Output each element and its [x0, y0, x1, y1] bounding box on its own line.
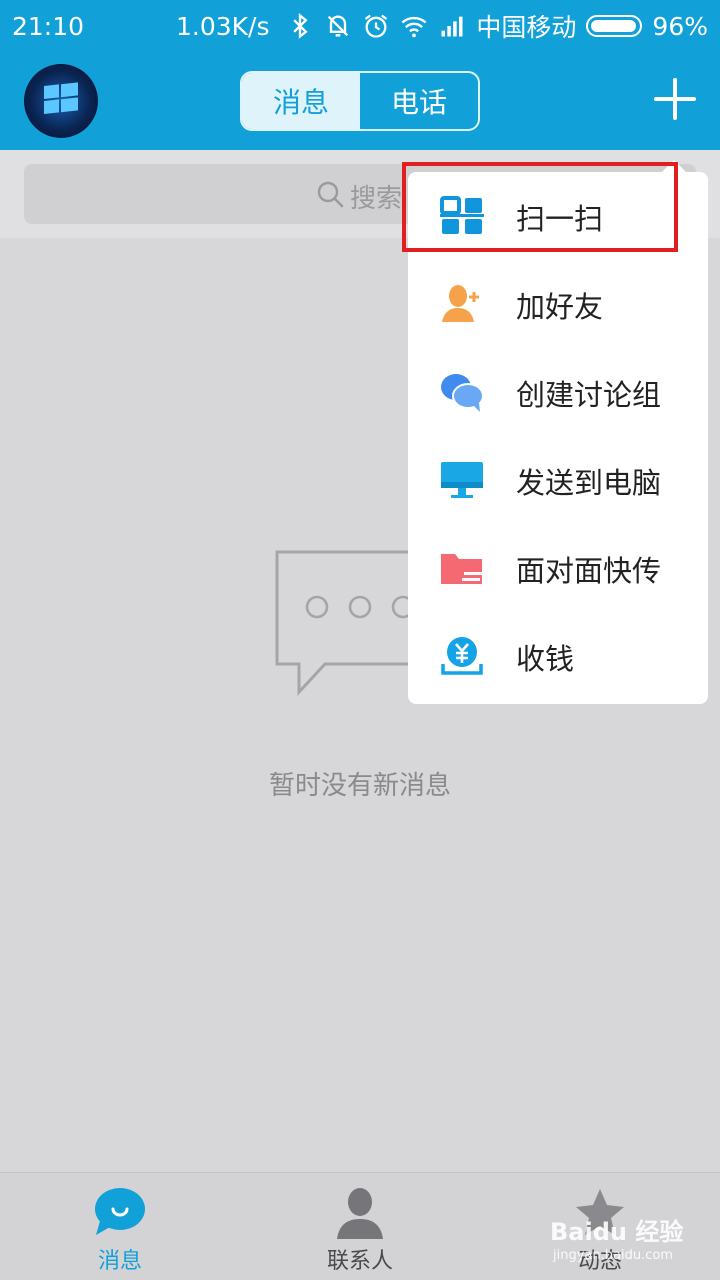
- watermark-url: jingyan.baidu.com: [553, 1248, 673, 1263]
- highlight-box: [402, 162, 678, 252]
- bluetooth-icon: [293, 13, 308, 39]
- signal-icon: [441, 16, 463, 37]
- menu-item-label: 发送到电脑: [516, 466, 662, 500]
- plus-icon[interactable]: [650, 74, 700, 124]
- tab-label: 消息: [97, 1249, 142, 1274]
- menu-item-label: 创建讨论组: [516, 378, 662, 412]
- contacts-icon: [337, 1188, 383, 1239]
- menu-item-send-to-pc[interactable]: 发送到电脑: [408, 436, 708, 524]
- menu-item-create-group[interactable]: 创建讨论组: [408, 348, 708, 436]
- search-placeholder: 搜索: [350, 184, 403, 214]
- chat-bubble-icon: [95, 1188, 145, 1235]
- carrier-name: 中国移动: [476, 13, 577, 42]
- empty-message-text: 暂时没有新消息: [268, 771, 451, 801]
- wifi-icon: [401, 16, 427, 38]
- battery-icon: [586, 15, 643, 37]
- tab-messages[interactable]: 消息: [242, 73, 360, 129]
- baidu-watermark: Baidu 经验: [550, 1218, 684, 1246]
- menu-item-label: 面对面快传: [516, 554, 662, 588]
- tab-messages-bottom[interactable]: 消息: [0, 1173, 240, 1280]
- avatar[interactable]: [24, 64, 98, 138]
- alarm-icon: [365, 14, 388, 38]
- add-friend-icon: [442, 285, 479, 322]
- tab-contacts[interactable]: 联系人: [240, 1173, 480, 1280]
- search-icon: [317, 181, 344, 208]
- monitor-icon: [441, 462, 483, 498]
- status-time: 21:10: [12, 11, 85, 41]
- vibrate-off-icon: [328, 15, 349, 37]
- menu-item-label: 收钱: [516, 642, 575, 676]
- tab-label: 联系人: [326, 1249, 393, 1274]
- top-header: 消息 电话: [0, 52, 720, 150]
- tab-calls[interactable]: 电话: [360, 73, 478, 129]
- menu-item-add-friend[interactable]: 加好友: [408, 260, 708, 348]
- discussion-group-icon: [441, 374, 484, 412]
- menu-item-label: 加好友: [516, 290, 604, 324]
- receive-money-icon: [441, 637, 483, 675]
- menu-item-face-to-face[interactable]: 面对面快传: [408, 524, 708, 612]
- network-speed: 1.03K/s: [176, 11, 270, 41]
- message-call-switch: 消息 电话: [240, 71, 480, 131]
- battery-percent: 96%: [652, 11, 708, 41]
- status-bar: 21:10 1.03K/s 中国移动 96%: [0, 0, 720, 52]
- menu-item-receive-money[interactable]: 收钱: [408, 612, 708, 700]
- folder-transfer-icon: [441, 554, 482, 584]
- windows-logo-icon: [44, 82, 78, 114]
